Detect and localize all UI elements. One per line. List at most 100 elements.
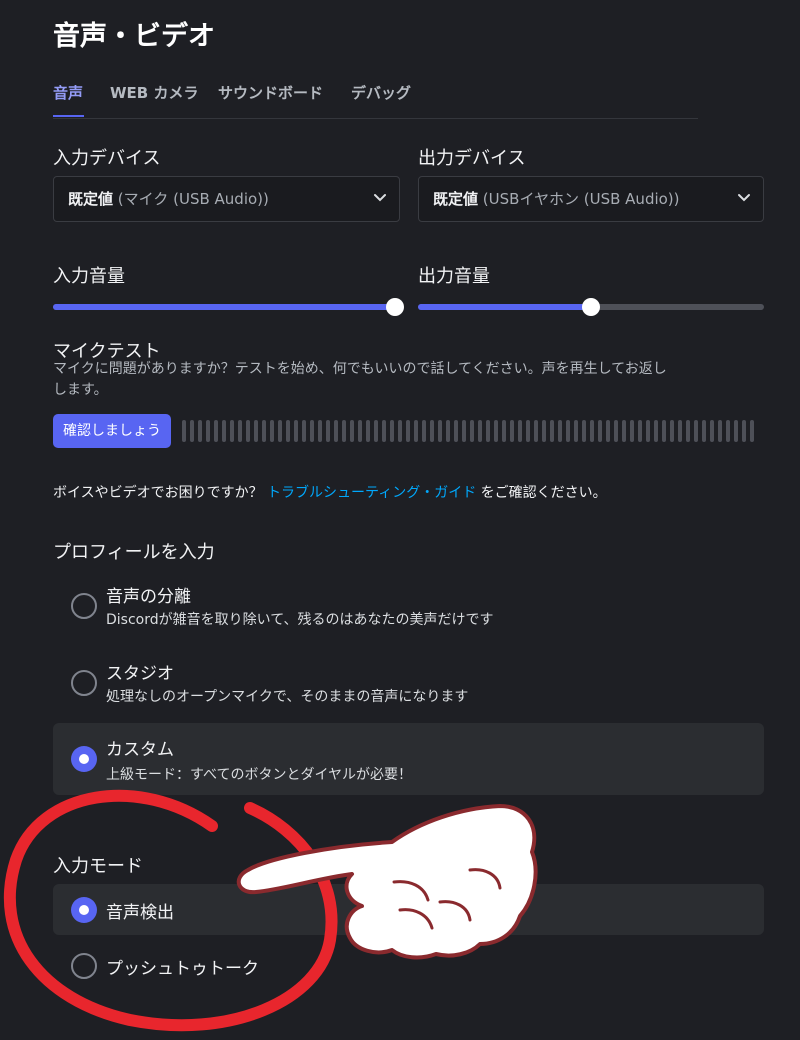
meter-bar (214, 420, 218, 442)
tab-webcam[interactable]: WEB カメラ (110, 82, 198, 103)
output-volume-slider[interactable] (418, 298, 764, 316)
profile-option-title: カスタム (106, 740, 174, 760)
profile-option-description: 処理なしのオープンマイクで、そのままの音声になります (106, 689, 469, 705)
meter-bar (502, 420, 506, 442)
input-mode-title: 入力モード (53, 856, 143, 877)
meter-bar (262, 420, 266, 442)
meter-bar (710, 420, 714, 442)
active-tab-indicator (53, 115, 84, 117)
mic-test-button[interactable]: 確認しましょう (53, 414, 171, 448)
meter-bar (310, 420, 314, 442)
input-mode-voice-activity[interactable]: 音声検出 (53, 884, 764, 935)
meter-bar (326, 420, 330, 442)
output-volume-handle[interactable] (582, 298, 600, 316)
mic-test-description: マイクに問題がありますか？テストを始め、何でもいいので話してください。声を再生し… (53, 361, 667, 398)
meter-bar (646, 420, 650, 442)
meter-bar (270, 420, 274, 442)
meter-bar (630, 420, 634, 442)
input-profile-title: プロフィールを入力 (53, 542, 215, 563)
help-prefix: ボイスやビデオでお困りですか？ (53, 485, 263, 501)
input-volume-handle[interactable] (386, 298, 404, 316)
meter-bar (366, 420, 370, 442)
meter-bar (662, 420, 666, 442)
meter-bar (446, 420, 450, 442)
input-volume-slider[interactable] (53, 298, 404, 316)
radio-voice-activity[interactable] (71, 897, 97, 923)
meter-bar (422, 420, 426, 442)
page-title: 音声・ビデオ (53, 21, 215, 52)
meter-bar (198, 420, 202, 442)
meter-bar (398, 420, 402, 442)
meter-bar (510, 420, 514, 442)
meter-bar (598, 420, 602, 442)
meter-bar (358, 420, 362, 442)
input-mode-push-to-talk[interactable]: プッシュトゥトーク (53, 940, 764, 991)
meter-bar (718, 420, 722, 442)
profile-option-custom[interactable]: カスタム 上級モード：すべてのボタンとダイヤルが必要！ (53, 723, 764, 795)
meter-bar (430, 420, 434, 442)
profile-option-title: スタジオ (106, 664, 174, 684)
radio-push-to-talk[interactable] (71, 953, 97, 979)
meter-bar (390, 420, 394, 442)
meter-bar (438, 420, 442, 442)
meter-bar (294, 420, 298, 442)
meter-bar (382, 420, 386, 442)
meter-bar (206, 420, 210, 442)
meter-bar (542, 420, 546, 442)
tab-bar: 音声 WEB カメラ サウンドボード デバッグ (53, 82, 698, 119)
meter-bar (534, 420, 538, 442)
meter-bar (230, 420, 234, 442)
chevron-down-icon (738, 194, 750, 202)
meter-bar (454, 420, 458, 442)
input-mode-option-title: 音声検出 (106, 903, 174, 923)
meter-bar (590, 420, 594, 442)
profile-option-studio[interactable]: スタジオ 処理なしのオープンマイクで、そのままの音声になります (53, 647, 764, 719)
tab-debug[interactable]: デバッグ (351, 82, 411, 103)
meter-bar (670, 420, 674, 442)
meter-bar (246, 420, 250, 442)
radio-custom[interactable] (71, 746, 97, 772)
meter-bar (742, 420, 746, 442)
input-device-select[interactable]: 既定値 (マイク (USB Audio)) (53, 176, 400, 222)
meter-bar (486, 420, 490, 442)
profile-option-voice-isolation[interactable]: 音声の分離 Discordが雑音を取り除いて、残るのはあなたの美声だけです (53, 570, 764, 642)
meter-bar (414, 420, 418, 442)
meter-bar (702, 420, 706, 442)
radio-voice-isolation[interactable] (71, 593, 97, 619)
meter-bar (558, 420, 562, 442)
meter-bar (606, 420, 610, 442)
meter-bar (462, 420, 466, 442)
input-mode-option-title: プッシュトゥトーク (106, 959, 259, 979)
meter-bar (302, 420, 306, 442)
output-device-detail: (USBイヤホン (USB Audio)) (482, 190, 680, 208)
input-device-label: 入力デバイス (53, 148, 161, 169)
meter-bar (726, 420, 730, 442)
profile-option-title: 音声の分離 (106, 587, 191, 607)
help-suffix: をご確認ください。 (480, 485, 607, 501)
meter-bar (182, 420, 186, 442)
input-device-detail: (マイク (USB Audio)) (117, 190, 269, 208)
meter-bar (734, 420, 738, 442)
troubleshooting-guide-link[interactable]: トラブルシューティング・ガイド (267, 485, 476, 501)
meter-bar (518, 420, 522, 442)
output-device-select[interactable]: 既定値 (USBイヤホン (USB Audio)) (418, 176, 764, 222)
meter-bar (350, 420, 354, 442)
output-device-label: 出力デバイス (418, 148, 526, 169)
meter-bar (278, 420, 282, 442)
tab-audio[interactable]: 音声 (53, 82, 83, 103)
meter-bar (318, 420, 322, 442)
meter-bar (254, 420, 258, 442)
meter-bar (750, 420, 754, 442)
tab-soundboard[interactable]: サウンドボード (218, 82, 323, 103)
meter-bar (494, 420, 498, 442)
meter-bar (566, 420, 570, 442)
meter-bar (614, 420, 618, 442)
input-volume-label: 入力音量 (53, 266, 125, 287)
meter-bar (374, 420, 378, 442)
radio-studio[interactable] (71, 670, 97, 696)
output-volume-label: 出力音量 (418, 266, 490, 287)
input-device-value: 既定値 (68, 190, 114, 208)
meter-bar (286, 420, 290, 442)
meter-bar (526, 420, 530, 442)
output-device-value: 既定値 (433, 190, 479, 208)
